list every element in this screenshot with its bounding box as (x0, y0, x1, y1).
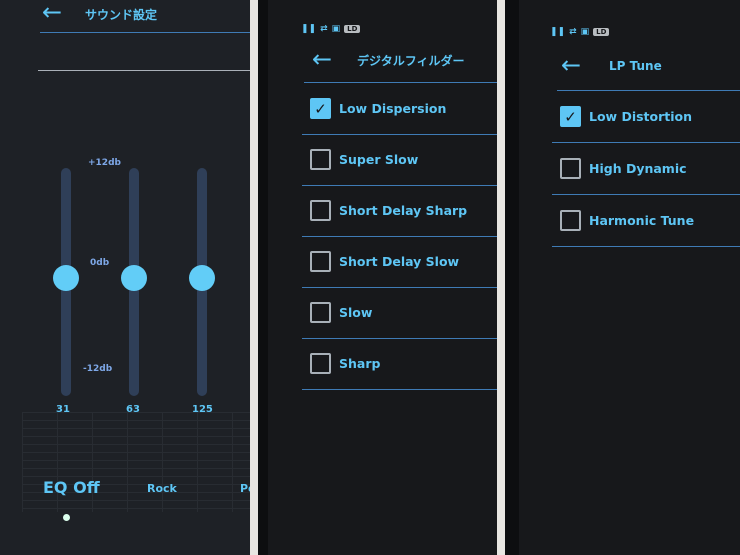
db-min-label: -12db (83, 364, 113, 374)
sound-settings-screen: ← サウンド設定 +12db 0db -12db 31 63 125 EQ Of… (0, 0, 250, 555)
divider (552, 194, 740, 195)
l-icon: ▣ (331, 24, 341, 34)
l-icon: ▣ (580, 27, 590, 37)
option-label: Short Delay Slow (339, 254, 460, 269)
option-high-dynamic[interactable]: High Dynamic (560, 158, 687, 179)
option-label: Short Delay Sharp (339, 203, 468, 218)
option-sharp[interactable]: Sharp (310, 353, 380, 374)
option-label: Low Dispersion (339, 101, 447, 116)
ld-badge: LD (593, 28, 610, 36)
preset-rock[interactable]: Rock (147, 482, 177, 495)
option-slow[interactable]: Slow (310, 302, 372, 323)
check-icon: ✓ (314, 99, 327, 118)
divider (557, 90, 740, 91)
page-indicator-dot (63, 514, 70, 521)
checkbox[interactable] (310, 251, 331, 272)
divider (302, 133, 497, 135)
divider (552, 246, 740, 247)
option-short-delay-sharp[interactable]: Short Delay Sharp (310, 200, 467, 221)
checkbox[interactable] (310, 302, 331, 323)
eq-knob-63[interactable] (121, 265, 147, 291)
checkbox[interactable]: ✓ (560, 106, 581, 127)
pause-icon: ❚❚ (301, 24, 317, 34)
option-harmonic-tune[interactable]: Harmonic Tune (560, 210, 694, 231)
option-label: Low Distortion (589, 109, 693, 124)
divider (302, 235, 497, 237)
status-bar: ❚❚ ⇄ ▣ LD (301, 24, 361, 34)
option-low-distortion[interactable]: ✓ Low Distortion (560, 106, 692, 127)
checkbox[interactable] (560, 210, 581, 231)
option-low-dispersion[interactable]: ✓ Low Dispersion (310, 98, 446, 119)
lp-tune-screen: ❚❚ ⇄ ▣ LD ← LP Tune ✓ Low Distortion High Dyn… (505, 0, 740, 555)
db-zero-label: 0db (90, 258, 110, 268)
divider (552, 142, 740, 143)
option-label: Sharp (339, 356, 381, 371)
device-bezel (258, 0, 268, 555)
eq-knob-125[interactable] (189, 265, 215, 291)
back-arrow-icon[interactable]: ← (561, 53, 581, 77)
checkbox[interactable] (310, 353, 331, 374)
preset-eq-off[interactable]: EQ Off (43, 478, 100, 497)
device-bezel (505, 0, 519, 555)
eq-knob-31[interactable] (53, 265, 79, 291)
repeat-icon: ⇄ (569, 27, 577, 37)
divider (40, 32, 250, 33)
option-label: High Dynamic (589, 161, 687, 176)
divider (302, 184, 497, 186)
check-icon: ✓ (564, 107, 577, 126)
pause-icon: ❚❚ (550, 27, 566, 37)
preset-pop[interactable]: Po (240, 482, 250, 495)
repeat-icon: ⇄ (320, 24, 328, 34)
checkbox[interactable] (310, 200, 331, 221)
checkbox[interactable]: ✓ (310, 98, 331, 119)
back-arrow-icon[interactable]: ← (312, 47, 332, 71)
divider (302, 286, 497, 288)
ld-badge: LD (344, 25, 361, 33)
page-title: LP Tune (609, 59, 662, 73)
db-max-label: +12db (88, 158, 121, 168)
option-super-slow[interactable]: Super Slow (310, 149, 418, 170)
option-label: Slow (339, 305, 373, 320)
checkbox[interactable] (560, 158, 581, 179)
back-arrow-icon[interactable]: ← (42, 0, 62, 24)
divider (302, 388, 497, 390)
option-label: Harmonic Tune (589, 213, 695, 228)
option-short-delay-slow[interactable]: Short Delay Slow (310, 251, 459, 272)
option-label: Super Slow (339, 152, 419, 167)
divider (304, 82, 497, 83)
page-title: サウンド設定 (85, 8, 158, 22)
divider (302, 337, 497, 339)
status-bar: ❚❚ ⇄ ▣ LD (550, 27, 610, 37)
digital-filter-screen: ❚❚ ⇄ ▣ LD ← デジタルフィルダー ✓ Low Dispersion Super … (258, 0, 497, 555)
preset-grid (22, 412, 250, 512)
page-title: デジタルフィルダー (357, 54, 465, 68)
checkbox[interactable] (310, 149, 331, 170)
divider (38, 70, 250, 71)
